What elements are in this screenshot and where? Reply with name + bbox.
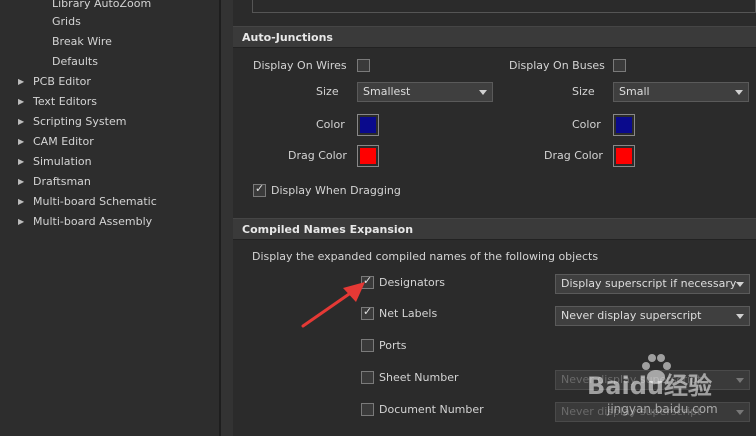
annotation-arrow-icon [301,282,365,328]
